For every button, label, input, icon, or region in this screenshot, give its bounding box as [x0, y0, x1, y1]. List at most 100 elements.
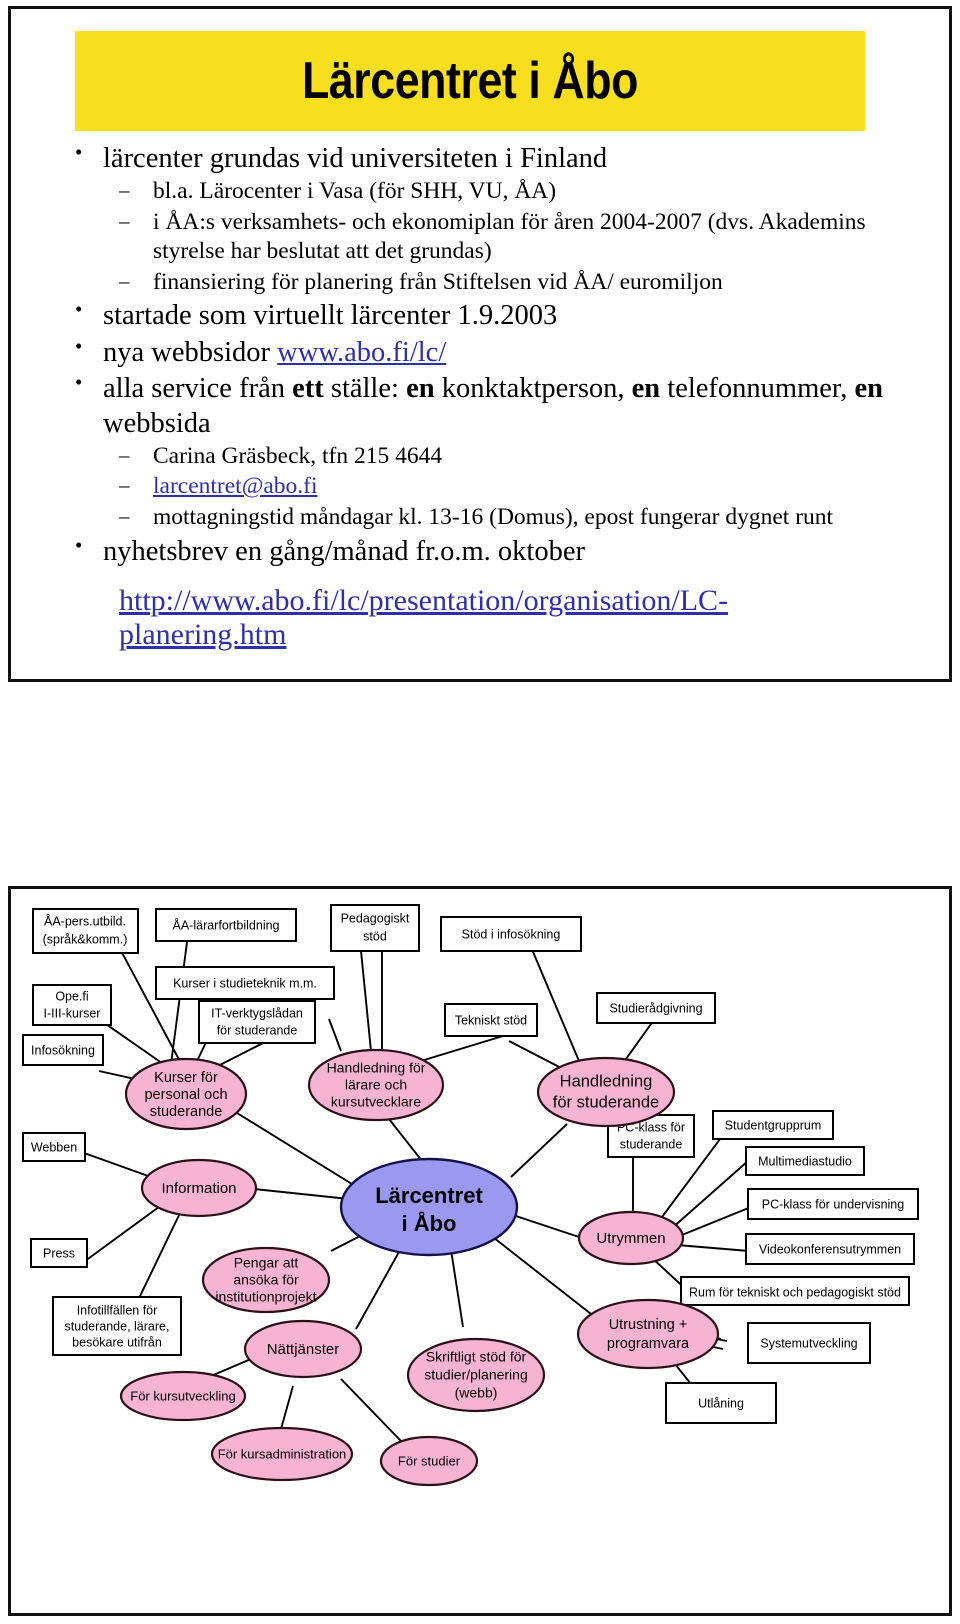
node-videokonferensutrymmen[interactable]: Videokonferensutrymmen — [745, 1233, 915, 1265]
node-rum-for-tekniskt[interactable]: Rum för tekniskt och pedagogiskt stöd — [680, 1276, 910, 1306]
node-for-studier[interactable]: För studier — [379, 1435, 479, 1487]
node-for-kursadministration[interactable]: För kursadministration — [210, 1426, 354, 1482]
text-slide: Lärcentret i Åbo lärcenter grundas vid u… — [8, 6, 952, 682]
node-label: lärare och — [345, 1077, 407, 1093]
node-kurser-for-personal[interactable]: Kurser för personal och studerande — [124, 1057, 248, 1131]
node-label: studier/planering — [424, 1367, 528, 1383]
node-for-kursutveckling[interactable]: För kursutveckling — [119, 1370, 247, 1422]
node-label: Ope.fi — [55, 989, 88, 1003]
node-label: Nättjänster — [267, 1341, 340, 1358]
bullet-item-email: larcentret@abo.fi — [57, 472, 927, 502]
node-label: Studierådgivning — [609, 1001, 702, 1015]
node-handledning-larare[interactable]: Handledning för lärare och kursutvecklar… — [307, 1048, 445, 1122]
node-label: För kursadministration — [218, 1446, 347, 1461]
node-label: kursutvecklare — [331, 1094, 421, 1110]
bullet-item: finansiering för planering från Stiftels… — [57, 268, 927, 298]
node-label: För studier — [398, 1453, 461, 1468]
node-label: ÅA-pers.utbild. — [44, 913, 126, 928]
node-skriftligt-stod[interactable]: Skriftligt stöd för studier/planering (w… — [406, 1337, 546, 1413]
node-label: stöd — [363, 929, 387, 943]
node-utrustning-programvara[interactable]: Utrustning + programvara — [576, 1298, 720, 1370]
node-infotillfallen[interactable]: Infotillfällen för studerande, lärare, b… — [52, 1296, 182, 1356]
node-tekniskt-stod[interactable]: Tekniskt stöd — [444, 1003, 538, 1037]
bullet-item-with-link: nya webbsidor www.abo.fi/lc/ — [57, 334, 927, 370]
node-label: besökare utifrån — [72, 1335, 162, 1349]
bullet-item: Carina Gräsbeck, tfn 215 4644 — [57, 442, 927, 472]
node-label: ÅA-lärarfortbildning — [173, 917, 280, 932]
node-nattjanster[interactable]: Nättjänster — [243, 1319, 363, 1379]
node-label: PC-klass för undervisning — [762, 1197, 904, 1211]
node-studentgrupprum[interactable]: Studentgrupprum — [712, 1110, 834, 1140]
node-kurser-i-studieteknik[interactable]: Kurser i studieteknik m.m. — [155, 966, 335, 1000]
organisation-diagram: ÅA-pers.utbild. (språk&komm.) ÅA-lärarfo… — [22, 904, 919, 1487]
node-label: Skriftligt stöd för — [426, 1349, 527, 1365]
title-banner: Lärcentret i Åbo — [75, 31, 865, 131]
ellipse-nodes: Kurser för personal och studerande Handl… — [119, 1048, 720, 1487]
node-pc-klass-undervisning[interactable]: PC-klass för undervisning — [747, 1188, 919, 1220]
page-title: Lärcentret i Åbo — [301, 52, 639, 110]
rich-emph-2: en — [406, 372, 435, 404]
node-label: Pedagogiskt — [341, 911, 410, 925]
node-label: För kursutveckling — [130, 1388, 235, 1403]
node-aa-lararfortbildning[interactable]: ÅA-lärarfortbildning — [155, 908, 297, 942]
rich-part-1: alla service från — [103, 372, 293, 404]
bullet-item: bl.a. Lärocenter i Vasa (för SHH, VU, ÅA… — [57, 177, 927, 207]
rich-part-5: webbsida — [103, 407, 211, 439]
node-label: Handledning — [560, 1072, 653, 1090]
node-label: Utrymmen — [596, 1230, 665, 1247]
node-it-verktygsladan[interactable]: IT-verktygslådan för studerande — [198, 1000, 316, 1044]
node-label: IT-verktygslådan — [211, 1006, 303, 1020]
node-infosokning[interactable]: Infosökning — [22, 1034, 104, 1066]
node-label: Rum för tekniskt och pedagogiskt stöd — [689, 1285, 901, 1299]
bullet-text: nya webbsidor — [103, 336, 278, 368]
node-press[interactable]: Press — [30, 1238, 88, 1268]
node-systemutveckling[interactable]: Systemutveckling — [747, 1322, 871, 1364]
rich-part-4: telefonnummer, — [660, 372, 855, 404]
node-label: Handledning för — [327, 1060, 426, 1076]
bullet-item: mottagningstid måndagar kl. 13-16 (Domus… — [57, 503, 927, 533]
bullet-item: startade som virtuellt lärcenter 1.9.200… — [57, 297, 927, 333]
node-aa-pers-utbild[interactable]: ÅA-pers.utbild. (språk&komm.) — [32, 908, 139, 954]
node-stod-i-infosokning[interactable]: Stöd i infosökning — [440, 916, 582, 952]
node-label: Information — [161, 1180, 236, 1197]
node-label: Utlåning — [698, 1396, 744, 1410]
node-label: Infotillfällen för — [77, 1303, 158, 1317]
node-label: för studerande — [217, 1023, 298, 1037]
center-label-line1: Lärcentret — [375, 1183, 483, 1208]
rich-emph-4: en — [854, 372, 884, 404]
node-multimediastudio[interactable]: Multimediastudio — [745, 1146, 865, 1176]
node-studieradgivning[interactable]: Studierådgivning — [596, 992, 716, 1024]
node-label: Multimediastudio — [758, 1154, 852, 1168]
bullet-item-rich: alla service från ett ställe: en konktak… — [57, 370, 927, 441]
node-handledning-studerande[interactable]: Handledning för studerande — [536, 1056, 676, 1128]
bullet-item: i ÅA:s verksamhets- och ekonomiplan för … — [57, 208, 927, 267]
node-label: Utrustning + — [609, 1317, 688, 1333]
node-label: institutionprojekt — [215, 1289, 316, 1305]
node-label: Webben — [31, 1140, 77, 1154]
node-webben[interactable]: Webben — [22, 1132, 86, 1162]
node-label: studerande, lärare, — [65, 1319, 170, 1333]
rich-emph-1: ett — [292, 372, 324, 404]
rich-part-2: ställe: — [323, 372, 407, 404]
node-label: Kurser för — [154, 1070, 218, 1086]
node-utlaning[interactable]: Utlåning — [665, 1382, 777, 1424]
node-label: Kurser i studieteknik m.m. — [173, 976, 317, 990]
node-information[interactable]: Information — [140, 1158, 258, 1218]
node-label: (språk&komm.) — [43, 932, 128, 946]
website-link[interactable]: www.abo.fi/lc/ — [277, 337, 446, 368]
node-ope-fi[interactable]: Ope.fi I-III-kurser — [32, 984, 112, 1026]
node-label: personal och — [144, 1087, 227, 1103]
node-label: Infosökning — [31, 1043, 95, 1057]
node-pengar-att-ansoka[interactable]: Pengar att ansöka för institutionprojekt — [201, 1246, 331, 1314]
presentation-url-link[interactable]: http://www.abo.fi/lc/presentation/organi… — [119, 584, 879, 652]
node-larcentret-center[interactable]: Lärcentret i Åbo — [339, 1157, 519, 1257]
email-link[interactable]: larcentret@abo.fi — [153, 473, 318, 499]
node-label: Studentgrupprum — [725, 1118, 822, 1132]
node-utrymmen[interactable]: Utrymmen — [577, 1210, 685, 1266]
rich-emph-3: en — [631, 372, 661, 404]
node-label: Systemutveckling — [760, 1336, 857, 1350]
node-label: studerande — [150, 1104, 223, 1120]
node-pedagogiskt-stod[interactable]: Pedagogiskt stöd — [330, 904, 420, 952]
node-label: Tekniskt stöd — [455, 1013, 527, 1027]
node-label: Videokonferensutrymmen — [759, 1242, 901, 1256]
